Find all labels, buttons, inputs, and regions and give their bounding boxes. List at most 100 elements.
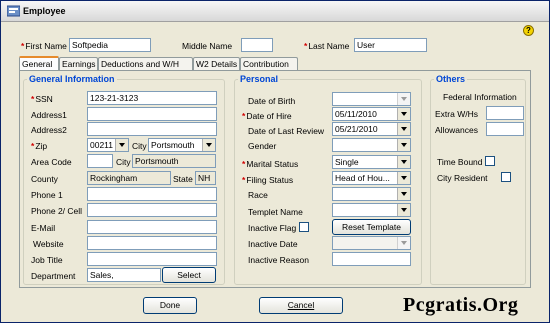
general-info-title: General Information [27, 74, 117, 84]
chevron-down-icon [202, 139, 215, 151]
city-label: City [132, 141, 147, 151]
gender-select[interactable] [332, 138, 411, 152]
middle-name-label: Middle Name [182, 41, 233, 51]
app-icon [7, 5, 20, 17]
website-input[interactable] [87, 236, 217, 250]
email-input[interactable] [87, 220, 217, 234]
ssn-label: *SSN [31, 94, 53, 104]
cancel-button[interactable]: Cancel [259, 297, 343, 314]
inactive-date-picker [332, 236, 411, 250]
city-resident-checkbox[interactable] [501, 172, 511, 182]
employee-window: Employee *First Name Softpedia Middle Na… [0, 0, 550, 323]
cancel-label: Cancel [287, 300, 315, 310]
tab-w2-details[interactable]: W2 Details [193, 57, 240, 70]
dlr-label: Date of Last Review [248, 126, 325, 136]
chevron-down-icon [397, 139, 410, 151]
done-button[interactable]: Done [143, 297, 197, 314]
first-name-label: *First Name [21, 41, 67, 51]
city2-label: City [116, 157, 131, 167]
template-select[interactable] [332, 203, 411, 217]
inactive-flag-label: Inactive Flag [248, 223, 297, 233]
allowances-input[interactable] [486, 122, 524, 136]
doh-label: *Date of Hire [242, 111, 292, 121]
chevron-down-icon [397, 108, 410, 120]
phone1-label: Phone 1 [31, 190, 63, 200]
help-icon[interactable]: ? [523, 25, 534, 36]
personal-title: Personal [238, 74, 281, 84]
filing-select[interactable]: Head of Hou... [332, 171, 411, 185]
department-label: Department [31, 271, 76, 281]
chevron-down-icon [115, 139, 128, 151]
last-name-input[interactable]: User [354, 38, 427, 52]
dlr-picker[interactable]: 05/21/2010 [332, 122, 411, 136]
reset-template-button[interactable]: Reset Template [332, 219, 411, 235]
tab-general[interactable]: General [19, 56, 59, 70]
address2-label: Address2 [31, 125, 67, 135]
inactive-date-label: Inactive Date [248, 239, 298, 249]
ssn-input[interactable]: 123-21-3123 [87, 91, 217, 105]
extra-wh-label: Extra W/Hs [435, 109, 478, 119]
race-label: Race [248, 190, 268, 200]
county-field: Rockingham [87, 171, 171, 185]
watermark: Pcgratis.Org [403, 294, 519, 316]
email-label: E-Mail [31, 223, 56, 233]
phone1-input[interactable] [87, 187, 217, 201]
marital-select[interactable]: Single [332, 155, 411, 169]
zip-label: *Zip [31, 141, 48, 151]
marital-label: *Marital Status [242, 159, 299, 169]
area-code-label: Area Code [31, 157, 72, 167]
inactive-flag-checkbox[interactable] [299, 222, 309, 232]
template-label: Templet Name [248, 207, 303, 217]
city-value: Portsmouth [151, 140, 195, 150]
county-label: County [31, 174, 58, 184]
race-select[interactable] [332, 187, 411, 201]
middle-name-input[interactable] [241, 38, 273, 52]
city-resident-label: City Resident [437, 173, 488, 183]
doh-picker[interactable]: 05/11/2010 [332, 107, 411, 121]
federal-info-label: Federal Information [443, 92, 517, 102]
title-bar: Employee [1, 1, 549, 22]
inactive-reason-input[interactable] [332, 252, 411, 266]
job-title-label: Job Title [31, 255, 63, 265]
chevron-down-icon [397, 123, 410, 135]
chevron-down-icon [397, 237, 410, 249]
select-department-button[interactable]: Select [162, 267, 216, 283]
area-code-input[interactable] [87, 154, 113, 168]
time-bound-label: Time Bound [437, 157, 483, 167]
last-name-label: *Last Name [304, 41, 350, 51]
state-field: NH [195, 171, 216, 185]
chevron-down-icon [397, 204, 410, 216]
chevron-down-icon [397, 93, 410, 105]
zip-value: 00211 [90, 140, 114, 150]
chevron-down-icon [397, 188, 410, 200]
city2-field: Portsmouth [132, 154, 216, 168]
phone2-label: Phone 2/ Cell [31, 206, 83, 216]
dlr-value: 05/21/2010 [335, 124, 378, 134]
first-name-input[interactable]: Softpedia [69, 38, 151, 52]
inactive-reason-label: Inactive Reason [248, 255, 309, 265]
extra-wh-input[interactable] [486, 106, 524, 120]
city-select[interactable]: Portsmouth [148, 138, 216, 152]
department-input[interactable]: Sales, [87, 268, 161, 282]
dob-picker[interactable] [332, 92, 411, 106]
address2-input[interactable] [87, 122, 217, 136]
state-label: State [173, 174, 193, 184]
doh-value: 05/11/2010 [335, 109, 377, 119]
others-title: Others [434, 74, 468, 84]
address1-label: Address1 [31, 110, 67, 120]
tab-contribution[interactable]: Contribution [240, 57, 298, 70]
window-title: Employee [23, 6, 66, 16]
allowances-label: Allowances [435, 125, 478, 135]
tab-earnings[interactable]: Earnings [59, 57, 98, 70]
zip-select[interactable]: 00211 [87, 138, 129, 152]
phone2-input[interactable] [87, 203, 217, 217]
tab-deductions[interactable]: Deductions and W/H [98, 57, 193, 70]
filing-label: *Filing Status [242, 175, 294, 185]
chevron-down-icon [397, 156, 410, 168]
chevron-down-icon [397, 172, 410, 184]
website-label: Website [33, 239, 64, 249]
job-title-input[interactable] [87, 252, 217, 266]
address1-input[interactable] [87, 107, 217, 121]
gender-label: Gender [248, 141, 277, 151]
time-bound-checkbox[interactable] [485, 156, 495, 166]
